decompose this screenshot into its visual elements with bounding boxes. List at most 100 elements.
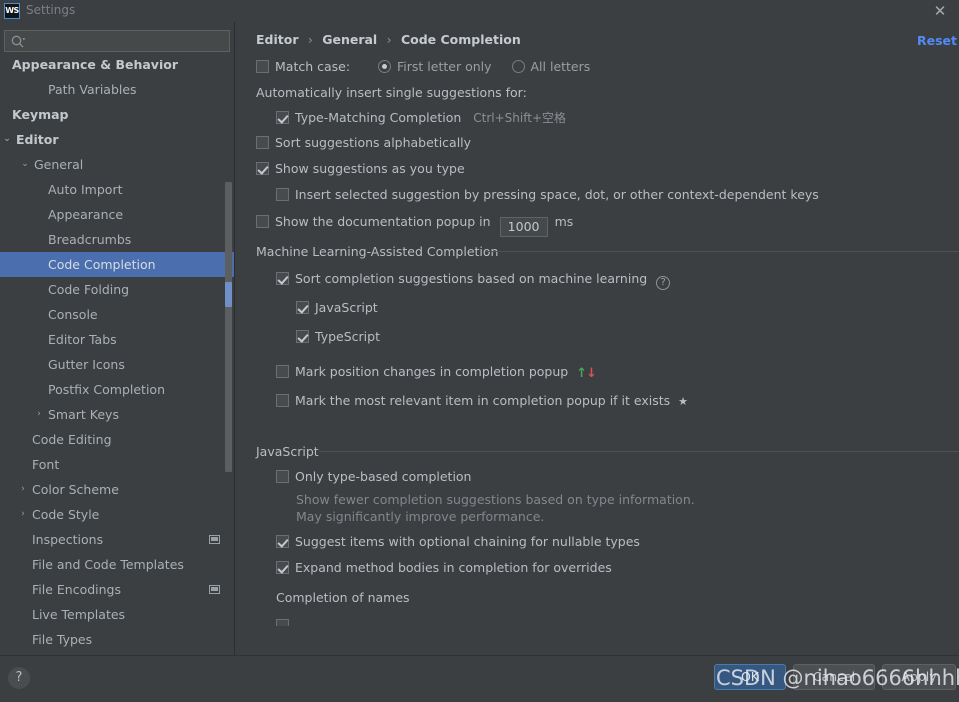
help-button[interactable]: ? [8, 667, 30, 689]
sidebar-item-path-variables[interactable]: Path Variables [0, 77, 234, 102]
sidebar-item-code-folding[interactable]: Code Folding [0, 277, 234, 302]
sidebar-item-code-editing[interactable]: Code Editing [0, 427, 234, 452]
sidebar-item-label: Code Editing [32, 432, 112, 447]
mark-position-checkbox[interactable] [276, 365, 289, 378]
ml-javascript-checkbox[interactable] [296, 301, 309, 314]
sidebar-item-label: Breadcrumbs [48, 232, 132, 247]
sidebar-item-auto-import[interactable]: Auto Import [0, 177, 234, 202]
sidebar-item-code-style[interactable]: › Code Style [0, 502, 234, 527]
sidebar-item-appearance[interactable]: Appearance [0, 202, 234, 227]
sidebar-item-label: Code Completion [48, 257, 156, 272]
type-matching-label: Type-Matching Completion [295, 110, 462, 125]
breadcrumb-editor[interactable]: Editor [256, 32, 299, 47]
breadcrumb-general[interactable]: General [322, 32, 377, 47]
sidebar-item-console[interactable]: Console [0, 302, 234, 327]
sidebar-item-file-and-code-templates[interactable]: File and Code Templates [0, 552, 234, 577]
show-as-you-type-checkbox[interactable] [256, 162, 269, 175]
only-type-based-description: Show fewer completion suggestions based … [296, 492, 695, 524]
ml-typescript-checkbox[interactable] [296, 330, 309, 343]
sidebar-item-code-completion[interactable]: Code Completion [0, 252, 234, 277]
sidebar-item-postfix-completion[interactable]: Postfix Completion [0, 377, 234, 402]
sidebar-item-label: General [34, 157, 84, 172]
sidebar-item-label: Code Style [32, 507, 100, 522]
expand-method-checkbox[interactable] [276, 561, 289, 574]
search-box[interactable] [4, 30, 230, 53]
sidebar-item-gutter-icons[interactable]: Gutter Icons [0, 352, 234, 377]
js-section-divider [319, 451, 959, 452]
sidebar-item-label: Path Variables [48, 82, 137, 97]
sidebar-item-live-templates[interactable]: Live Templates [0, 602, 234, 627]
clipped-checkbox[interactable] [276, 619, 289, 626]
sidebar-item-breadcrumbs[interactable]: Breadcrumbs [0, 227, 234, 252]
search-input[interactable] [29, 31, 229, 53]
configurable-badge-icon [209, 535, 220, 544]
mark-relevant-row: Mark the most relevant item in completio… [276, 393, 688, 408]
sidebar-item-label: Appearance & Behavior [12, 60, 178, 72]
mark-position-row: Mark position changes in completion popu… [276, 364, 597, 381]
chevron-right-icon[interactable]: › [32, 402, 46, 427]
all-letters-radio[interactable] [511, 60, 525, 73]
close-icon[interactable]: ✕ [929, 2, 951, 20]
sidebar-item-smart-keys[interactable]: › Smart Keys [0, 402, 234, 427]
only-type-based-checkbox[interactable] [276, 470, 289, 483]
sidebar-item-keymap[interactable]: Keymap [0, 102, 234, 127]
apply-button[interactable]: Apply [882, 664, 956, 690]
search-icon [11, 35, 26, 48]
chevron-right-icon[interactable]: › [16, 477, 30, 502]
sidebar-item-label: Code Folding [48, 282, 130, 297]
sort-ml-checkbox[interactable] [276, 272, 289, 285]
first-letter-only-radio[interactable] [378, 60, 392, 73]
chevron-down-icon[interactable]: ⌄ [18, 152, 32, 177]
show-as-you-type-row: Show suggestions as you type [256, 161, 465, 176]
mark-position-label: Mark position changes in completion popu… [295, 364, 569, 379]
ml-javascript-label: JavaScript [315, 300, 378, 315]
arrow-down-icon: ↓ [586, 366, 597, 381]
doc-popup-checkbox[interactable] [256, 215, 269, 228]
sidebar-item-appearance-behavior[interactable]: Appearance & Behavior [0, 60, 234, 77]
chevron-right-icon: › [307, 32, 313, 47]
settings-tree[interactable]: Appearance & Behavior Path Variables Keyma… [0, 60, 234, 655]
optional-chaining-row: Suggest items with optional chaining for… [276, 534, 640, 549]
insert-selected-checkbox[interactable] [276, 188, 289, 201]
position-change-arrows-icon: ↑↓ [576, 366, 597, 381]
reset-link[interactable]: Reset [917, 33, 957, 48]
sidebar-item-label: Auto Import [48, 182, 123, 197]
sidebar-item-editor-tabs[interactable]: Editor Tabs [0, 327, 234, 352]
configurable-badge-icon [209, 585, 220, 594]
cancel-button[interactable]: Cancel [793, 664, 875, 690]
type-matching-checkbox[interactable] [276, 111, 289, 124]
sort-alphabetically-checkbox[interactable] [256, 136, 269, 149]
sidebar-item-label: File Encodings [32, 582, 122, 597]
dialog-footer: ? OK Cancel Apply [0, 655, 959, 702]
help-icon[interactable]: ? [656, 276, 671, 290]
ml-section-divider [485, 251, 959, 252]
sidebar-scrollbar-thumb[interactable] [225, 182, 232, 472]
mark-relevant-checkbox[interactable] [276, 394, 289, 407]
chevron-down-icon[interactable]: ⌄ [0, 127, 14, 152]
ok-button[interactable]: OK [714, 664, 786, 690]
first-letter-only-label: First letter only [397, 59, 492, 74]
sidebar-item-file-types[interactable]: File Types [0, 627, 234, 652]
sidebar-item-editor[interactable]: ⌄ Editor [0, 127, 234, 152]
sidebar-scrollbar[interactable] [225, 60, 232, 655]
only-type-based-row: Only type-based completion [276, 469, 471, 484]
sidebar-item-inspections[interactable]: Inspections [0, 527, 234, 552]
sidebar-item-label: Appearance [48, 207, 124, 222]
settings-detail-panel: Editor › General › Code Completion Reset… [235, 22, 959, 655]
sidebar-item-general[interactable]: ⌄ General [0, 152, 234, 177]
sidebar-item-file-encodings[interactable]: File Encodings [0, 577, 234, 602]
breadcrumb: Editor › General › Code Completion [256, 32, 521, 47]
sidebar-item-font[interactable]: Font [0, 452, 234, 477]
sidebar-item-label: File and Code Templates [32, 557, 184, 572]
show-as-you-type-label: Show suggestions as you type [275, 161, 465, 176]
type-matching-shortcut: Ctrl+Shift+空格 [473, 111, 567, 125]
sort-alphabetically-row: Sort suggestions alphabetically [256, 135, 471, 150]
doc-popup-row: Show the documentation popup in ms [256, 214, 573, 237]
chevron-right-icon: › [386, 32, 392, 47]
breadcrumb-code-completion: Code Completion [400, 32, 521, 47]
doc-popup-delay-input[interactable] [499, 216, 548, 237]
sidebar-item-color-scheme[interactable]: › Color Scheme [0, 477, 234, 502]
match-case-checkbox[interactable] [256, 60, 269, 73]
optional-chaining-checkbox[interactable] [276, 535, 289, 548]
chevron-right-icon[interactable]: › [16, 502, 30, 527]
